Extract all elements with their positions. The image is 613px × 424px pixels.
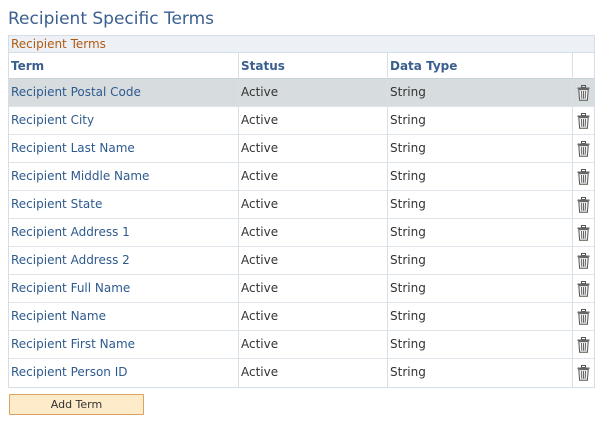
term-link[interactable]: Recipient Last Name — [9, 135, 239, 162]
status-cell: Active — [239, 219, 388, 246]
data-type-cell: String — [388, 331, 573, 358]
table-row[interactable]: Recipient Address 2 Active String — [9, 247, 594, 275]
delete-row-button[interactable] — [573, 331, 594, 358]
data-type-cell: String — [388, 135, 573, 162]
data-type-cell: String — [388, 359, 573, 387]
term-link[interactable]: Recipient First Name — [9, 331, 239, 358]
trash-icon[interactable] — [577, 365, 591, 382]
column-header-delete — [573, 53, 594, 78]
column-header-term[interactable]: Term — [9, 53, 239, 78]
status-cell: Active — [239, 79, 388, 106]
data-type-cell: String — [388, 191, 573, 218]
term-link[interactable]: Recipient Person ID — [9, 359, 239, 387]
column-header-data-type[interactable]: Data Type — [388, 53, 573, 78]
status-cell: Active — [239, 247, 388, 274]
table-row[interactable]: Recipient Name Active String — [9, 303, 594, 331]
delete-row-button[interactable] — [573, 191, 594, 218]
status-cell: Active — [239, 107, 388, 134]
table-row[interactable]: Recipient Address 1 Active String — [9, 219, 594, 247]
table-row[interactable]: Recipient Person ID Active String — [9, 359, 594, 387]
data-type-cell: String — [388, 275, 573, 302]
table-row[interactable]: Recipient State Active String — [9, 191, 594, 219]
term-link[interactable]: Recipient Address 1 — [9, 219, 239, 246]
table-row[interactable]: Recipient Full Name Active String — [9, 275, 594, 303]
delete-row-button[interactable] — [573, 359, 594, 387]
trash-icon[interactable] — [577, 252, 591, 269]
table-row[interactable]: Recipient Middle Name Active String — [9, 163, 594, 191]
data-type-cell: String — [388, 303, 573, 330]
page-title: Recipient Specific Terms — [8, 9, 215, 29]
delete-row-button[interactable] — [573, 303, 594, 330]
grid-body: Recipient Postal Code Active String Recipie… — [9, 79, 594, 387]
delete-row-button[interactable] — [573, 247, 594, 274]
data-type-cell: String — [388, 247, 573, 274]
term-link[interactable]: Recipient Postal Code — [9, 79, 239, 106]
trash-icon[interactable] — [577, 84, 591, 101]
grid-header: Term Status Data Type — [9, 53, 594, 79]
table-row[interactable]: Recipient First Name Active String — [9, 331, 594, 359]
term-link[interactable]: Recipient Name — [9, 303, 239, 330]
status-cell: Active — [239, 135, 388, 162]
term-link[interactable]: Recipient Full Name — [9, 275, 239, 302]
trash-icon[interactable] — [577, 308, 591, 325]
recipient-terms-grid: Recipient Terms Term Status Data Type Re… — [8, 35, 595, 388]
table-row[interactable]: Recipient Postal Code Active String — [9, 79, 594, 107]
table-row[interactable]: Recipient City Active String — [9, 107, 594, 135]
delete-row-button[interactable] — [573, 107, 594, 134]
trash-icon[interactable] — [577, 140, 591, 157]
column-header-status[interactable]: Status — [239, 53, 388, 78]
term-link[interactable]: Recipient Address 2 — [9, 247, 239, 274]
trash-icon[interactable] — [577, 280, 591, 297]
grid-caption: Recipient Terms — [9, 36, 594, 53]
term-link[interactable]: Recipient State — [9, 191, 239, 218]
table-row[interactable]: Recipient Last Name Active String — [9, 135, 594, 163]
data-type-cell: String — [388, 219, 573, 246]
status-cell: Active — [239, 359, 388, 387]
data-type-cell: String — [388, 79, 573, 106]
status-cell: Active — [239, 163, 388, 190]
delete-row-button[interactable] — [573, 135, 594, 162]
trash-icon[interactable] — [577, 112, 591, 129]
trash-icon[interactable] — [577, 224, 591, 241]
delete-row-button[interactable] — [573, 219, 594, 246]
delete-row-button[interactable] — [573, 163, 594, 190]
delete-row-button[interactable] — [573, 275, 594, 302]
add-term-button[interactable]: Add Term — [9, 394, 144, 415]
status-cell: Active — [239, 303, 388, 330]
trash-icon[interactable] — [577, 196, 591, 213]
term-link[interactable]: Recipient City — [9, 107, 239, 134]
data-type-cell: String — [388, 163, 573, 190]
status-cell: Active — [239, 331, 388, 358]
delete-row-button[interactable] — [573, 79, 594, 106]
data-type-cell: String — [388, 107, 573, 134]
trash-icon[interactable] — [577, 336, 591, 353]
status-cell: Active — [239, 275, 388, 302]
status-cell: Active — [239, 191, 388, 218]
trash-icon[interactable] — [577, 168, 591, 185]
term-link[interactable]: Recipient Middle Name — [9, 163, 239, 190]
